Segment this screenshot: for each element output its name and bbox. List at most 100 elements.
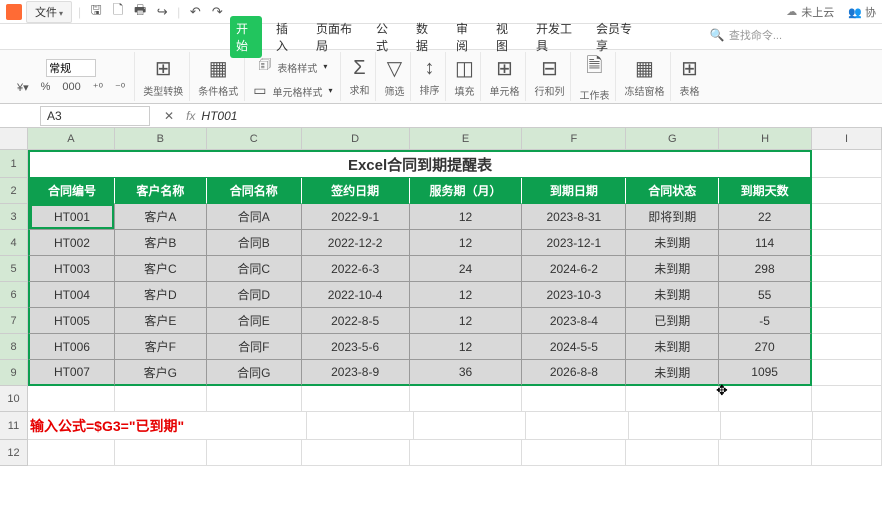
table-header[interactable]: 合同状态 bbox=[626, 178, 719, 204]
table-cell[interactable]: 合同F bbox=[207, 334, 302, 360]
table-cell[interactable]: 298 bbox=[719, 256, 812, 282]
cell[interactable] bbox=[812, 256, 882, 282]
col-header-D[interactable]: D bbox=[302, 128, 410, 150]
tab-home[interactable]: 开始 bbox=[230, 16, 262, 58]
cell[interactable] bbox=[626, 440, 719, 466]
dec-inc-icon[interactable]: ⁺⁰ bbox=[90, 80, 106, 95]
table-cell[interactable]: 2022-12-2 bbox=[302, 230, 410, 256]
print-icon[interactable]: 🖶 bbox=[131, 3, 149, 21]
cell[interactable] bbox=[813, 412, 882, 440]
col-header-A[interactable]: A bbox=[28, 128, 115, 150]
formula-note[interactable]: 输入公式=$G3="已到期" bbox=[28, 412, 307, 440]
table-cell[interactable]: 12 bbox=[410, 282, 523, 308]
table-cell[interactable]: HT002 bbox=[28, 230, 115, 256]
table-cell[interactable]: 24 bbox=[410, 256, 523, 282]
table-cell[interactable]: 2023-8-9 bbox=[302, 360, 410, 386]
table-cell[interactable]: 2022-6-3 bbox=[302, 256, 410, 282]
table-cell[interactable]: 12 bbox=[410, 204, 523, 230]
sort-group[interactable]: ↕排序 bbox=[413, 52, 446, 101]
tab-formula[interactable]: 公式 bbox=[370, 16, 402, 58]
row-header-7[interactable]: 7 bbox=[0, 308, 28, 334]
cell[interactable] bbox=[522, 440, 626, 466]
cell[interactable] bbox=[115, 386, 207, 412]
cell[interactable] bbox=[28, 440, 115, 466]
tablefmt-group[interactable]: ⊞表格 bbox=[673, 52, 705, 101]
cell[interactable] bbox=[302, 440, 410, 466]
table-header[interactable]: 服务期（月） bbox=[410, 178, 523, 204]
cell[interactable] bbox=[207, 386, 302, 412]
formula-input[interactable]: fxHT001 bbox=[180, 109, 882, 123]
table-cell[interactable]: 12 bbox=[410, 308, 523, 334]
col-header-G[interactable]: G bbox=[626, 128, 719, 150]
table-cell[interactable]: 2023-10-3 bbox=[522, 282, 626, 308]
table-header[interactable]: 到期日期 bbox=[522, 178, 626, 204]
rowcol-group[interactable]: ⊟行和列 bbox=[528, 52, 571, 101]
row-header-4[interactable]: 4 bbox=[0, 230, 28, 256]
cancel-formula-icon[interactable]: ✕ bbox=[164, 109, 174, 123]
table-cell[interactable]: 12 bbox=[410, 334, 523, 360]
cond-format-group[interactable]: ▦ 条件格式 bbox=[192, 52, 245, 101]
cell[interactable] bbox=[812, 440, 882, 466]
col-header-E[interactable]: E bbox=[410, 128, 523, 150]
cell[interactable] bbox=[307, 412, 414, 440]
table-cell[interactable]: 2023-8-4 bbox=[522, 308, 626, 334]
cell[interactable] bbox=[414, 412, 526, 440]
table-cell[interactable]: 合同G bbox=[207, 360, 302, 386]
thousands-icon[interactable]: 000 bbox=[59, 80, 83, 94]
table-cell[interactable]: 合同B bbox=[207, 230, 302, 256]
filter-group[interactable]: ▽筛选 bbox=[378, 52, 411, 101]
table-cell[interactable]: 合同D bbox=[207, 282, 302, 308]
table-cell[interactable]: HT001 bbox=[28, 204, 115, 230]
table-cell[interactable]: 客户A bbox=[115, 204, 207, 230]
tab-dev[interactable]: 开发工具 bbox=[530, 16, 582, 58]
table-cell[interactable]: 客户E bbox=[115, 308, 207, 334]
table-cell[interactable]: 合同E bbox=[207, 308, 302, 334]
table-cell[interactable]: 22 bbox=[719, 204, 812, 230]
sheet-group[interactable]: 🗎工作表 bbox=[573, 52, 616, 101]
table-cell[interactable]: 55 bbox=[719, 282, 812, 308]
table-cell[interactable]: 未到期 bbox=[626, 230, 719, 256]
table-cell[interactable]: 合同A bbox=[207, 204, 302, 230]
table-cell[interactable]: HT005 bbox=[28, 308, 115, 334]
row-header-10[interactable]: 10 bbox=[0, 386, 28, 412]
table-cell[interactable]: HT007 bbox=[28, 360, 115, 386]
cell[interactable] bbox=[719, 386, 812, 412]
table-header[interactable]: 客户名称 bbox=[115, 178, 207, 204]
file-menu[interactable]: 文件▾ bbox=[26, 1, 72, 23]
cell[interactable] bbox=[719, 440, 812, 466]
cell[interactable] bbox=[812, 360, 882, 386]
tab-data[interactable]: 数据 bbox=[410, 16, 442, 58]
table-cell[interactable]: 未到期 bbox=[626, 256, 719, 282]
select-all-corner[interactable] bbox=[0, 128, 28, 150]
table-cell[interactable]: 客户B bbox=[115, 230, 207, 256]
collab-button[interactable]: 👥 协 bbox=[848, 4, 876, 20]
row-header-5[interactable]: 5 bbox=[0, 256, 28, 282]
table-cell[interactable]: 2023-8-31 bbox=[522, 204, 626, 230]
cell[interactable] bbox=[812, 334, 882, 360]
table-cell[interactable]: 客户G bbox=[115, 360, 207, 386]
cell[interactable] bbox=[207, 440, 302, 466]
tab-insert[interactable]: 插入 bbox=[270, 16, 302, 58]
cell[interactable] bbox=[812, 308, 882, 334]
cell[interactable] bbox=[629, 412, 721, 440]
table-cell[interactable]: HT004 bbox=[28, 282, 115, 308]
row-header-11[interactable]: 11 bbox=[0, 412, 28, 440]
dec-dec-icon[interactable]: ⁻⁰ bbox=[112, 80, 128, 95]
undo-icon[interactable]: ↶ bbox=[186, 3, 204, 21]
table-header[interactable]: 合同名称 bbox=[207, 178, 302, 204]
table-cell[interactable]: 2024-5-5 bbox=[522, 334, 626, 360]
table-cell[interactable]: 270 bbox=[719, 334, 812, 360]
table-cell[interactable]: 2022-10-4 bbox=[302, 282, 410, 308]
cells-group[interactable]: ⊞单元格 bbox=[483, 52, 526, 101]
col-header-C[interactable]: C bbox=[207, 128, 302, 150]
table-cell[interactable]: 已到期 bbox=[626, 308, 719, 334]
cell[interactable] bbox=[812, 204, 882, 230]
table-cell[interactable]: 客户D bbox=[115, 282, 207, 308]
cell[interactable] bbox=[28, 386, 115, 412]
spreadsheet-grid[interactable]: A B C D E F G H I 1 2 3 4 5 6 7 8 9 10 1… bbox=[0, 128, 882, 506]
table-cell[interactable]: 客户C bbox=[115, 256, 207, 282]
tab-layout[interactable]: 页面布局 bbox=[310, 16, 362, 58]
cell[interactable] bbox=[410, 440, 523, 466]
cell[interactable] bbox=[626, 386, 719, 412]
row-header-1[interactable]: 1 bbox=[0, 150, 28, 178]
